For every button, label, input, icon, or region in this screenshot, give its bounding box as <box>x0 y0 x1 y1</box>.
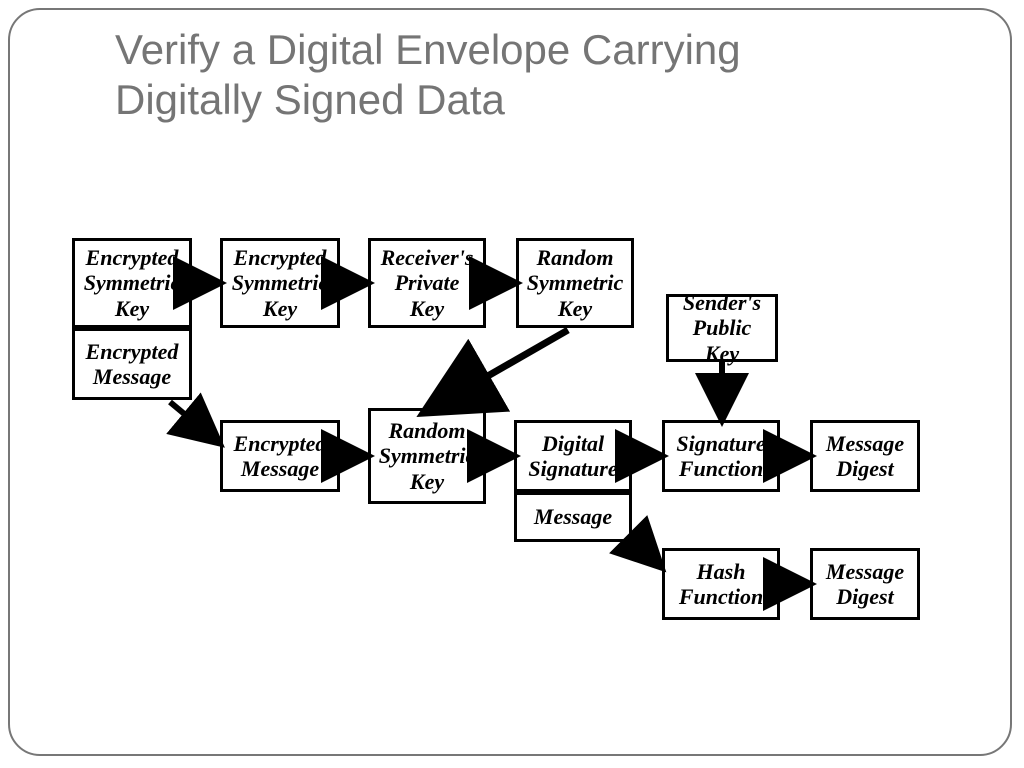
flow-diagram: Encrypted Symmetric Key Encrypted Symmet… <box>0 0 1024 768</box>
box-message-digest-1: Message Digest <box>810 420 920 492</box>
box-receivers-private-key: Receiver's Private Key <box>368 238 486 328</box>
box-encrypted-message-2: Encrypted Message <box>220 420 340 492</box>
box-senders-public-key: Sender's Public Key <box>666 294 778 362</box>
box-message: Message <box>514 492 632 542</box>
box-random-symmetric-key-1: Random Symmetric Key <box>516 238 634 328</box>
box-encrypted-symmetric-key-2: Encrypted Symmetric Key <box>220 238 340 328</box>
box-digital-signature: Digital Signature <box>514 420 632 492</box>
box-hash-function: Hash Function <box>662 548 780 620</box>
box-encrypted-symmetric-key-1: Encrypted Symmetric Key <box>72 238 192 328</box>
box-signature-function: Signature Function <box>662 420 780 492</box>
box-encrypted-message-1: Encrypted Message <box>72 328 192 400</box>
box-message-digest-2: Message Digest <box>810 548 920 620</box>
box-random-symmetric-key-2: Random Symmetric Key <box>368 408 486 504</box>
